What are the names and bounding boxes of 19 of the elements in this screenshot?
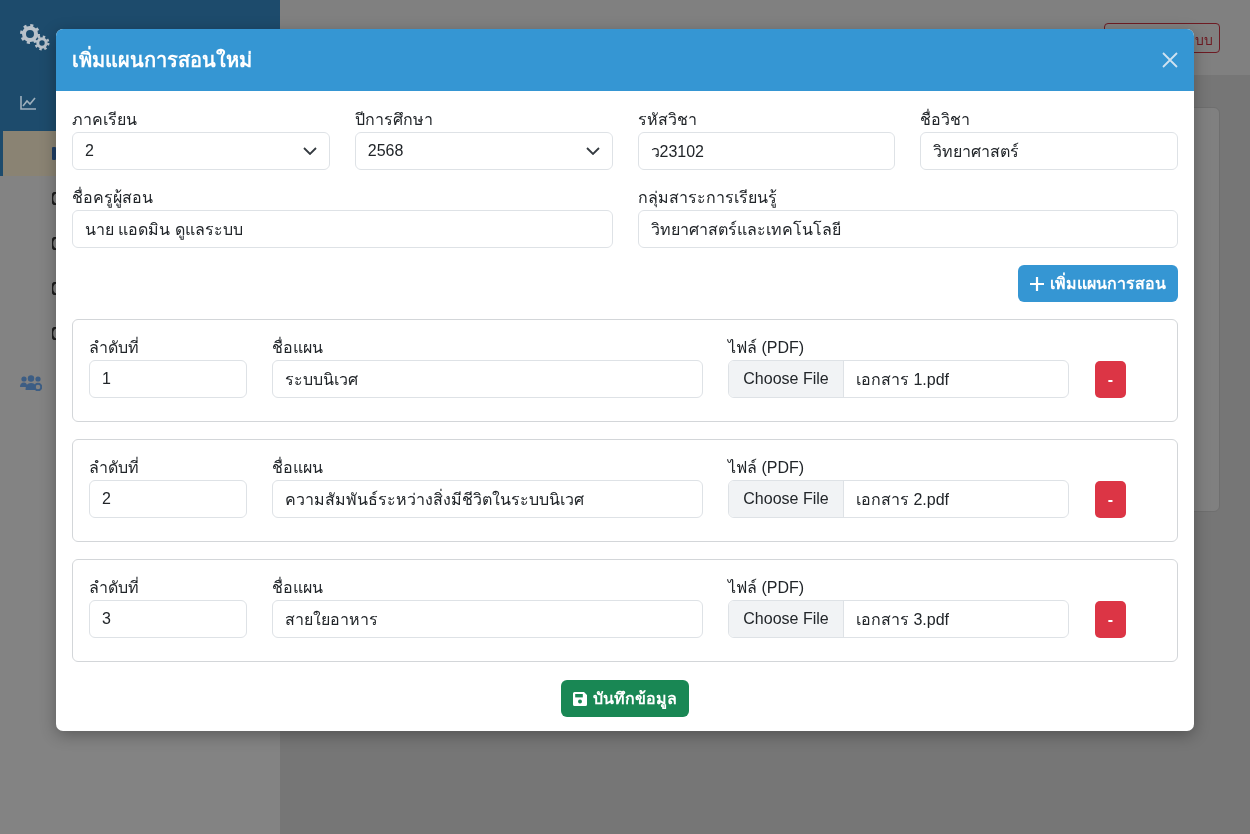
field-label: ลำดับที่ (89, 456, 140, 478)
field-label: ชื่อแผน (272, 336, 324, 358)
field-label: ชื่อครูผู้สอน (72, 186, 154, 210)
field-label: ภาคเรียน (72, 110, 138, 130)
modal-title: เพิ่มแผนการสอนใหม่ (72, 46, 252, 74)
field-label: ชื่อแผน (272, 576, 324, 598)
field-label: ชื่อแผน (272, 456, 324, 478)
field-label: รหัสวิชา (637, 110, 698, 130)
field-label: ลำดับที่ (89, 336, 140, 358)
file-name: เอกสาร 1.pdf (855, 369, 950, 390)
field-label: ไฟล์ (PDF) (728, 577, 806, 598)
field-label: ไฟล์ (PDF) (728, 457, 806, 478)
field-label: กลุ่มสาระการเรียนรู้ (637, 188, 778, 210)
field-label: ไฟล์ (PDF) (728, 337, 806, 358)
field-label: ชื่อวิชา (920, 108, 972, 130)
field-label: ลำดับที่ (89, 576, 140, 598)
file-name: เอกสาร 3.pdf (855, 609, 950, 630)
file-name: เอกสาร 2.pdf (855, 489, 950, 510)
field-label: ปีการศึกษา (354, 110, 434, 130)
